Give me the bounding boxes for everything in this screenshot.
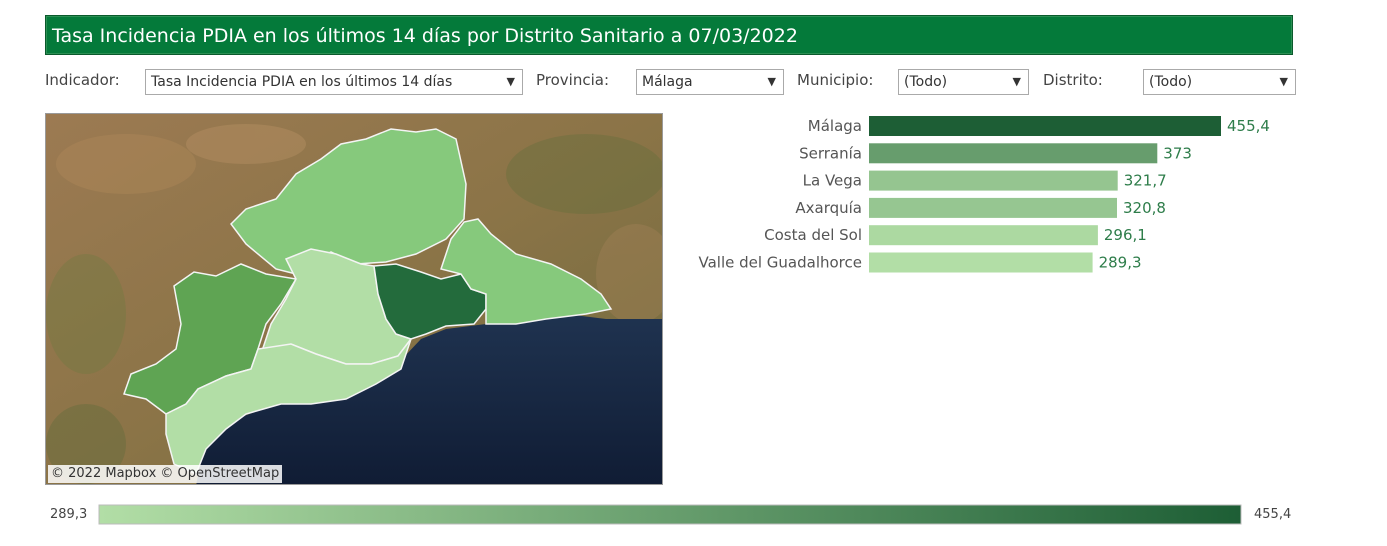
municipio-select[interactable]: (Todo) ▼ [898, 69, 1029, 95]
bar-category-label: Málaga [808, 117, 862, 135]
bar-category-label: Serranía [799, 144, 862, 162]
indicador-label: Indicador: [45, 71, 120, 89]
bar-category-label: Valle del Guadalhorce [698, 254, 862, 272]
legend-gradient-bar [98, 504, 1242, 525]
dropdown-arrow-icon: ▼ [767, 75, 776, 88]
bar[interactable] [869, 197, 1117, 218]
bar-category-label: La Vega [803, 172, 862, 190]
bar[interactable] [869, 225, 1098, 246]
provincia-label: Provincia: [536, 71, 610, 89]
distrito-label: Distrito: [1043, 71, 1103, 89]
provincia-value: Málaga [642, 74, 693, 90]
bar-value-label: 296,1 [1104, 226, 1147, 244]
bar-category-label: Axarquía [795, 199, 862, 217]
map-canvas [46, 114, 662, 484]
bar-value-label: 321,7 [1124, 172, 1167, 190]
municipio-label: Municipio: [797, 71, 874, 89]
dashboard-title: Tasa Incidencia PDIA en los últimos 14 d… [45, 15, 1293, 55]
bar-value-label: 289,3 [1099, 254, 1142, 272]
bar-value-label: 455,4 [1227, 117, 1270, 135]
indicador-value: Tasa Incidencia PDIA en los últimos 14 d… [151, 74, 453, 90]
bar-value-label: 320,8 [1123, 199, 1166, 217]
bar[interactable] [869, 170, 1118, 191]
distrito-value: (Todo) [1149, 74, 1193, 90]
dropdown-arrow-icon: ▼ [1012, 75, 1021, 88]
bar[interactable] [869, 143, 1158, 164]
provincia-select[interactable]: Málaga ▼ [636, 69, 784, 95]
legend-max-label: 455,4 [1254, 507, 1291, 522]
bar-chart: Málaga 455,4 Serranía 373 La Vega 321,7 Axarqu… [698, 116, 1270, 273]
bar[interactable] [869, 116, 1221, 136]
bar-value-label: 373 [1163, 144, 1192, 162]
dropdown-arrow-icon: ▼ [506, 75, 515, 88]
municipio-value: (Todo) [904, 74, 948, 90]
indicador-select[interactable]: Tasa Incidencia PDIA en los últimos 14 d… [145, 69, 523, 95]
district-map[interactable]: © 2022 Mapbox © OpenStreetMap [45, 113, 663, 485]
bar[interactable] [869, 252, 1093, 273]
legend-min-label: 289,3 [50, 507, 87, 522]
dropdown-arrow-icon: ▼ [1279, 75, 1288, 88]
color-legend: 289,3 455,4 [50, 504, 1291, 525]
bar-category-label: Costa del Sol [764, 226, 862, 244]
distrito-select[interactable]: (Todo) ▼ [1143, 69, 1296, 95]
map-attribution: © 2022 Mapbox © OpenStreetMap [48, 465, 283, 483]
